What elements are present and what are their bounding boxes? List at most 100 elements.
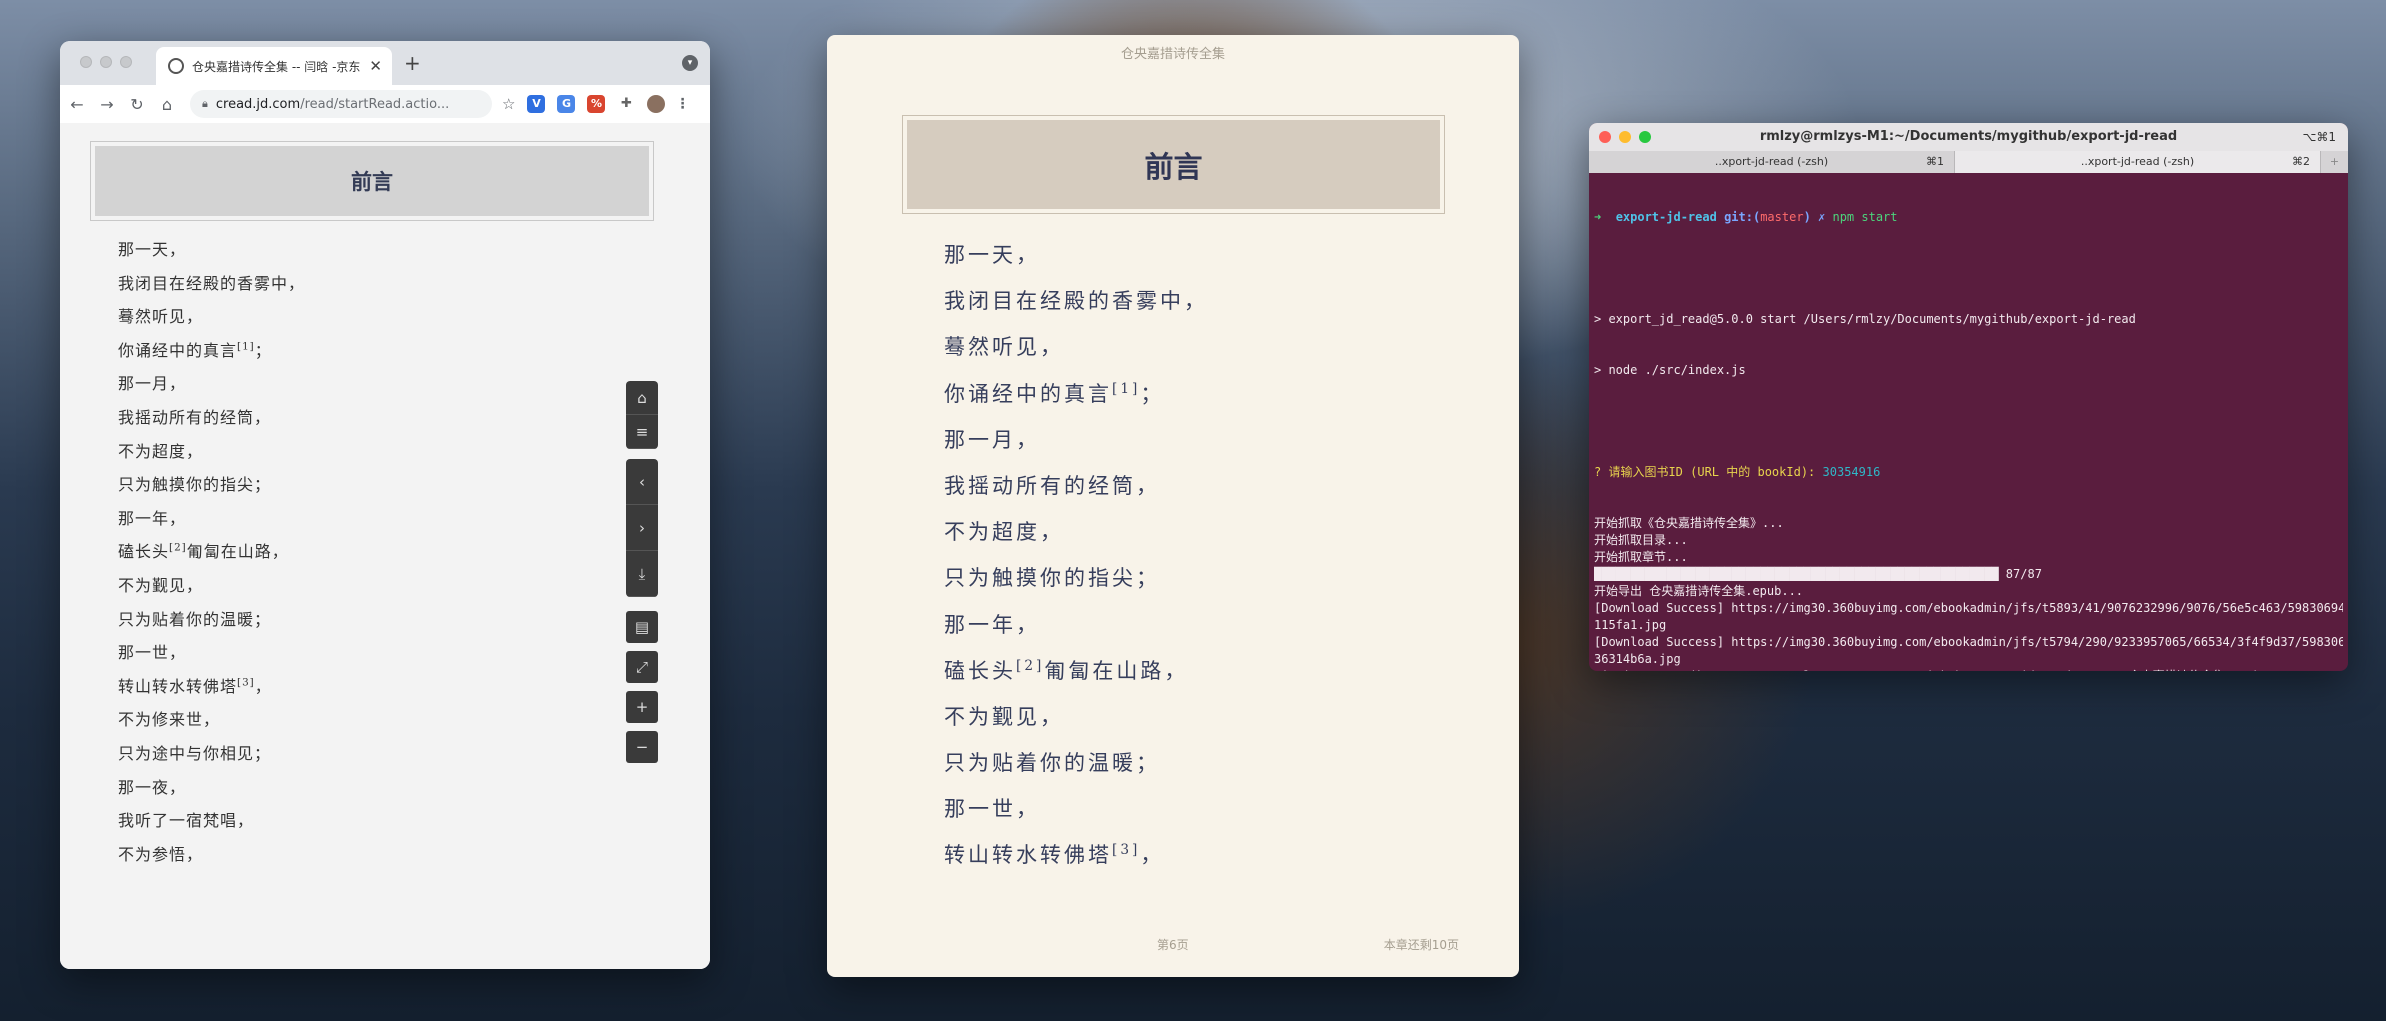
poem-line: 不为超度， [118, 441, 204, 461]
footnote-link[interactable]: [1] [1112, 381, 1140, 397]
book-title: 仓央嘉措诗传全集 [1120, 47, 1225, 62]
terminal-output[interactable]: ➜ export-jd-read git:(master) ✗ npm star… [1589, 173, 2348, 671]
browser-tab[interactable]: 仓央嘉措诗传全集 -- 闫晗 -京东 ✕ [156, 47, 392, 85]
question-text: ? 请输入图书ID (URL 中的 bookId): [1594, 465, 1816, 479]
chapter-heading-box: 前言 [90, 141, 654, 221]
home-icon[interactable]: ⌂ [626, 381, 658, 415]
close-tab-icon[interactable]: ✕ [369, 57, 382, 75]
command: npm start [1832, 210, 1898, 224]
new-tab-button[interactable]: + [2321, 151, 2348, 173]
footnote-link[interactable]: [2] [1016, 658, 1044, 674]
footnote-link[interactable]: [3] [1112, 842, 1140, 858]
progress-line: ████████████████████████████████████████… [1594, 566, 2343, 583]
forward-icon[interactable]: → [94, 95, 120, 114]
next-page-icon[interactable]: › [626, 505, 658, 551]
tab-bar: 仓央嘉措诗传全集 -- 闫晗 -京东 ✕ + ▾ [60, 41, 710, 85]
poem-line: 那一天， [944, 243, 1040, 267]
poem-line: 转山转水转佛塔[3]， [118, 676, 272, 696]
address-bar[interactable]: 🔒︎ cread.jd.com /read/startRead.actio... [190, 90, 492, 118]
poem-line: 那一年， [118, 508, 187, 528]
output-line: > export_jd_read@5.0.0 start /Users/rmlz… [1594, 312, 2136, 326]
footnote-link[interactable]: [3] [237, 676, 255, 688]
tab-search-icon[interactable]: ▾ [682, 55, 698, 71]
fullscreen-icon[interactable]: ⤢ [626, 651, 658, 683]
layout-icon[interactable]: ▤ [626, 611, 658, 643]
poem-line: 我摇动所有的经筒， [118, 407, 272, 427]
prompt-branch: master [1760, 210, 1804, 224]
pages-remaining: 本章还剩10页 [1383, 938, 1459, 952]
new-tab-button[interactable]: + [404, 51, 421, 75]
output-block: 开始抓取《仓央嘉措诗传全集》... 开始抓取目录... 开始抓取章节... █████… [1594, 515, 2343, 671]
poem-line: 我听了一宿梵唱， [118, 811, 255, 831]
terminal-window: rmlzy@rmlzys-M1:~/Documents/mygithub/exp… [1589, 123, 2348, 671]
reader-toolbar: ⌂ ≡ ‹ › ⤓ ▤ ⤢ + − [626, 381, 658, 763]
browser-window: 仓央嘉措诗传全集 -- 闫晗 -京东 ✕ + ▾ ← → ↻ ⌂ 🔒︎ crea… [60, 41, 710, 969]
home-icon[interactable]: ⌂ [154, 95, 180, 114]
poem-line: 不为觐见， [944, 704, 1064, 729]
close-window-button[interactable] [1599, 131, 1611, 143]
poem-line: 那一月， [118, 374, 187, 394]
window-controls [80, 56, 132, 68]
book-id: 30354916 [1822, 465, 1881, 479]
prompt-end: ) ✗ [1803, 210, 1826, 224]
browser-toolbar: ← → ↻ ⌂ 🔒︎ cread.jd.com /read/startRead.… [60, 85, 710, 124]
chapter-heading: 前言 [95, 146, 649, 216]
poem-line: 磕长头[2]匍匐在山路， [118, 542, 289, 562]
bookmark-star-icon[interactable]: ☆ [502, 95, 515, 113]
poem-line: 不为参悟， [118, 844, 204, 864]
poem-line: 我闭目在经殿的香雾中， [944, 289, 1208, 314]
poem-line: 你诵经中的真言[1]； [944, 380, 1165, 406]
terminal-titlebar: rmlzy@rmlzys-M1:~/Documents/mygithub/exp… [1589, 123, 2348, 151]
extension-vue-icon[interactable]: V [527, 95, 546, 113]
extensions-puzzle-icon[interactable]: ✚ [617, 95, 635, 113]
extension-percent-icon[interactable]: % [587, 95, 606, 113]
poem-line: 不为觐见， [118, 575, 204, 595]
back-icon[interactable]: ← [64, 95, 90, 114]
tab-title: 仓央嘉措诗传全集 -- 闫晗 -京东 [192, 59, 361, 74]
poem-text: 那一天， 我闭目在经殿的香雾中， 蓦然听见， 你诵经中的真言[1]； 那一月， 我摇动所有… [944, 232, 1208, 879]
poem-line: 你诵经中的真言[1]； [118, 340, 272, 360]
zoom-out-icon[interactable]: − [626, 731, 658, 763]
read-page: 前言 那一天， 我闭目在经殿的香雾中， 蓦然听见， 你诵经中的真言[1]； 那一月， 我摇… [60, 123, 710, 969]
reload-icon[interactable]: ↻ [124, 95, 150, 114]
prompt-arrow-icon: ➜ [1594, 210, 1609, 224]
terminal-tab-2[interactable]: ..xport-jd-read (-zsh) ⌘2 [1955, 151, 2321, 173]
close-window-button[interactable] [80, 56, 92, 68]
poem-text: 那一天， 我闭目在经殿的香雾中， 蓦然听见， 你诵经中的真言[1]； 那一月， 我摇动所有… [118, 233, 305, 871]
tab-label: ..xport-jd-read (-zsh) [2080, 155, 2195, 168]
prompt-git: git:( [1724, 210, 1761, 224]
minimize-window-button[interactable] [100, 56, 112, 68]
extension-translate-icon[interactable]: G [557, 95, 576, 113]
output-line: 115fa1.jpg [1594, 618, 1667, 632]
question-line: ? 请输入图书ID (URL 中的 bookId): 30354916 [1594, 464, 2343, 481]
minimize-window-button[interactable] [1619, 131, 1631, 143]
footnote-link[interactable]: [2] [169, 542, 187, 554]
chapter-heading: 前言 [907, 120, 1440, 209]
download-icon[interactable]: ⤓ [626, 551, 658, 597]
terminal-title: rmlzy@rmlzys-M1:~/Documents/mygithub/exp… [1759, 129, 2178, 144]
footnote-link[interactable]: [1] [237, 340, 255, 352]
poem-line: 那一世， [118, 643, 187, 663]
zoom-in-icon[interactable]: + [626, 691, 658, 723]
prev-page-icon[interactable]: ‹ [626, 459, 658, 505]
poem-line: 只为途中与你相见； [118, 743, 272, 763]
poem-line: 不为超度， [944, 520, 1064, 545]
output-line: Zipping temp dir to /Users/rmlzy/Documen… [1594, 668, 2343, 671]
zoom-window-button[interactable] [1639, 131, 1651, 143]
poem-line: 不为修来世， [118, 710, 221, 730]
zoom-window-button[interactable] [120, 56, 132, 68]
menu-icon[interactable]: ≡ [626, 415, 658, 449]
poem-line: 只为贴着你的温暖； [118, 609, 272, 629]
progress-bar: ████████████████████████████████████████… [1594, 567, 1999, 581]
output-line: 开始导出 仓央嘉措诗传全集.epub... [1594, 584, 1804, 598]
poem-line: 只为贴着你的温暖； [944, 751, 1160, 776]
output-line: 36314b6a.jpg [1594, 652, 1681, 666]
output-line: 开始抓取章节... [1594, 550, 1688, 564]
more-menu-icon[interactable]: ⋮ [675, 95, 689, 113]
output-line: > node ./src/index.js [1594, 363, 1746, 377]
terminal-tab-1[interactable]: ..xport-jd-read (-zsh) ⌘1 [1589, 151, 1955, 173]
profile-avatar[interactable] [647, 95, 666, 113]
progress-count: 87/87 [1998, 567, 2042, 581]
url-domain: cread.jd.com [215, 96, 301, 112]
poem-line: 我摇动所有的经筒， [944, 473, 1160, 498]
